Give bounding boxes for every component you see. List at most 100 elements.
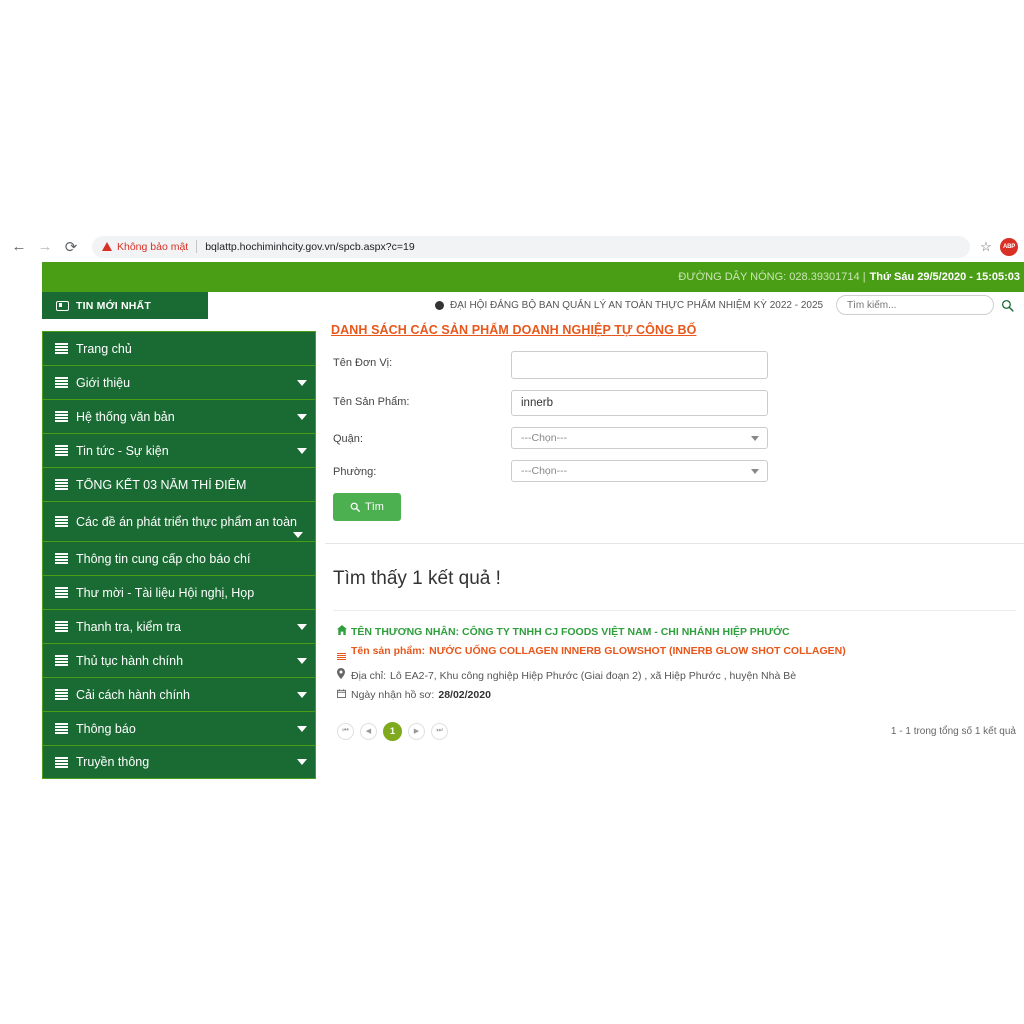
chevron-down-icon[interactable] — [297, 658, 307, 664]
list-icon — [55, 621, 68, 632]
ward-selected-value: ---Chọn--- — [521, 465, 567, 477]
sidebar-item-1[interactable]: Giới thiệu — [42, 365, 316, 399]
result-date-prefix: Ngày nhận hồ sơ: — [351, 689, 434, 701]
back-arrow-icon[interactable]: ← — [6, 234, 32, 260]
result-address: Lô EA2-7, Khu công nghiệp Hiệp Phước (Gi… — [390, 670, 796, 682]
chevron-down-icon[interactable] — [297, 414, 307, 420]
form-row-district: Quận: ---Chọn--- — [333, 427, 1024, 449]
sidebar-item-12[interactable]: Truyền thông — [42, 745, 316, 779]
list-icon — [55, 411, 68, 422]
header-search-input[interactable] — [836, 295, 994, 315]
hotline-bar: ĐƯỜNG DÂY NÓNG: 028.39301714 | Thứ Sáu 2… — [42, 262, 1024, 292]
sidebar-item-4[interactable]: TỔNG KẾT 03 NĂM THÍ ĐIỂM — [42, 467, 316, 501]
sidebar-item-label: TỔNG KẾT 03 NĂM THÍ ĐIỂM — [76, 478, 307, 492]
district-select[interactable]: ---Chọn--- — [511, 427, 768, 449]
sidebar-item-11[interactable]: Thông báo — [42, 711, 316, 745]
page-first-button[interactable]: ⏮ — [337, 723, 354, 740]
latest-news-tab[interactable]: TIN MỚI NHẤT — [42, 292, 208, 319]
page-last-button[interactable]: ⏭ — [431, 723, 448, 740]
sidebar-item-label: Hệ thống văn bản — [76, 410, 291, 424]
bullet-icon — [435, 301, 444, 310]
search-submit-label: Tìm — [365, 501, 384, 513]
browser-toolbar: ← → ⟳ Không bảo mật bqlattp.hochiminhcit… — [0, 231, 1024, 262]
sidebar-item-label: Giới thiệu — [76, 376, 291, 390]
sidebar-item-label: Thông báo — [76, 722, 291, 736]
adblock-extension-icon[interactable]: ABP — [1000, 238, 1018, 256]
security-status-label: Không bảo mật — [117, 241, 188, 253]
omnibox-divider — [196, 240, 197, 253]
list-icon — [55, 757, 68, 768]
result-date: 28/02/2020 — [438, 689, 491, 701]
sidebar-item-10[interactable]: Cải cách hành chính — [42, 677, 316, 711]
ward-label: Phường: — [333, 460, 511, 478]
sidebar-item-7[interactable]: Thư mời - Tài liệu Hội nghị, Họp — [42, 575, 316, 609]
result-list: TÊN THƯƠNG NHÂN: CÔNG TY TNHH CJ FOODS V… — [325, 611, 1024, 712]
home-icon — [337, 625, 351, 635]
result-product-prefix: Tên sản phẩm: — [351, 645, 425, 657]
star-icon[interactable]: ☆ — [974, 235, 998, 259]
list-icon — [55, 343, 68, 354]
chevron-down-icon[interactable] — [297, 759, 307, 765]
sidebar-item-5[interactable]: Các đề án phát triển thực phẩm an toàn — [42, 501, 316, 541]
result-item: TÊN THƯƠNG NHÂN: CÔNG TY TNHH CJ FOODS V… — [325, 611, 1024, 712]
sidebar-item-3[interactable]: Tin tức - Sự kiện — [42, 433, 316, 467]
sidebar-item-label: Thông tin cung cấp cho báo chí — [76, 552, 307, 566]
form-row-product: Tên Sản Phẩm: — [333, 390, 1024, 416]
district-selected-value: ---Chọn--- — [521, 432, 567, 444]
list-icon — [55, 689, 68, 700]
ward-select[interactable]: ---Chọn--- — [511, 460, 768, 482]
chevron-down-icon[interactable] — [297, 692, 307, 698]
result-count-heading: Tìm thấy 1 kết quả ! — [325, 544, 1024, 610]
header-search — [836, 295, 1020, 315]
chevron-down-icon — [751, 436, 759, 441]
result-product-line: Tên sản phẩm: NƯỚC UỐNG COLLAGEN INNERB G… — [337, 645, 1024, 661]
list-icon — [55, 479, 68, 490]
hotline-label: ĐƯỜNG DÂY NÓNG: 028.39301714 | — [678, 271, 865, 283]
sidebar-item-label: Trang chủ — [76, 342, 307, 356]
unit-name-input[interactable] — [511, 351, 768, 379]
sidebar-item-label: Thanh tra, kiểm tra — [76, 620, 291, 634]
chevron-down-icon[interactable] — [293, 532, 303, 538]
result-merchant[interactable]: TÊN THƯƠNG NHÂN: CÔNG TY TNHH CJ FOODS V… — [351, 626, 790, 638]
list-icon — [55, 723, 68, 734]
list-icon — [55, 587, 68, 598]
page-title: DANH SÁCH CÁC SẢN PHẨM DOANH NGHIỆP TỰ C… — [325, 319, 1024, 337]
current-datetime: Thứ Sáu 29/5/2020 - 15:05:03 — [870, 271, 1020, 283]
sidebar-item-6[interactable]: Thông tin cung cấp cho báo chí — [42, 541, 316, 575]
result-product[interactable]: NƯỚC UỐNG COLLAGEN INNERB GLOWSHOT (INNE… — [429, 645, 846, 657]
chevron-down-icon[interactable] — [297, 624, 307, 630]
header-search-button[interactable] — [994, 295, 1020, 315]
sidebar-item-9[interactable]: Thủ tục hành chính — [42, 643, 316, 677]
list-icon — [55, 516, 68, 527]
url-text: bqlattp.hochiminhcity.gov.vn/spcb.aspx?c… — [205, 241, 414, 253]
reload-icon[interactable]: ⟳ — [58, 234, 84, 260]
sidebar-item-label: Truyền thông — [76, 755, 291, 769]
page-next-button[interactable]: ▶ — [408, 723, 425, 740]
sidebar-item-label: Thư mời - Tài liệu Hội nghị, Họp — [76, 586, 307, 600]
calendar-icon — [337, 689, 351, 698]
chevron-down-icon[interactable] — [297, 726, 307, 732]
sidebar-item-2[interactable]: Hệ thống văn bản — [42, 399, 316, 433]
location-pin-icon — [337, 668, 351, 679]
sidebar-item-0[interactable]: Trang chủ — [42, 331, 316, 365]
sidebar-item-8[interactable]: Thanh tra, kiểm tra — [42, 609, 316, 643]
address-bar[interactable]: Không bảo mật bqlattp.hochiminhcity.gov.… — [92, 236, 970, 258]
product-name-input[interactable] — [511, 390, 768, 416]
sidebar-menu: Trang chủ Giới thiệu Hệ thống văn bản Tin t… — [42, 331, 316, 779]
announcement-text: ĐẠI HỘI ĐẢNG BỘ BAN QUẢN LÝ AN TOÀN THỰC… — [450, 300, 823, 311]
list-icon — [55, 553, 68, 564]
list-icon — [337, 653, 351, 661]
announcement-marquee: ĐẠI HỘI ĐẢNG BỘ BAN QUẢN LÝ AN TOÀN THỰC… — [435, 292, 823, 319]
page-prev-button[interactable]: ◀ — [360, 723, 377, 740]
list-icon — [55, 445, 68, 456]
list-icon — [55, 655, 68, 666]
chevron-down-icon[interactable] — [297, 448, 307, 454]
pagination-info: 1 - 1 trong tổng số 1 kết quả — [891, 726, 1016, 737]
form-row-ward: Phường: ---Chọn--- — [333, 460, 1024, 482]
chevron-down-icon[interactable] — [297, 380, 307, 386]
page-number-1[interactable]: 1 — [383, 722, 402, 741]
latest-news-label: TIN MỚI NHẤT — [76, 300, 151, 312]
forward-arrow-icon[interactable]: → — [32, 234, 58, 260]
search-submit-button[interactable]: Tìm — [333, 493, 401, 521]
district-label: Quận: — [333, 427, 511, 445]
